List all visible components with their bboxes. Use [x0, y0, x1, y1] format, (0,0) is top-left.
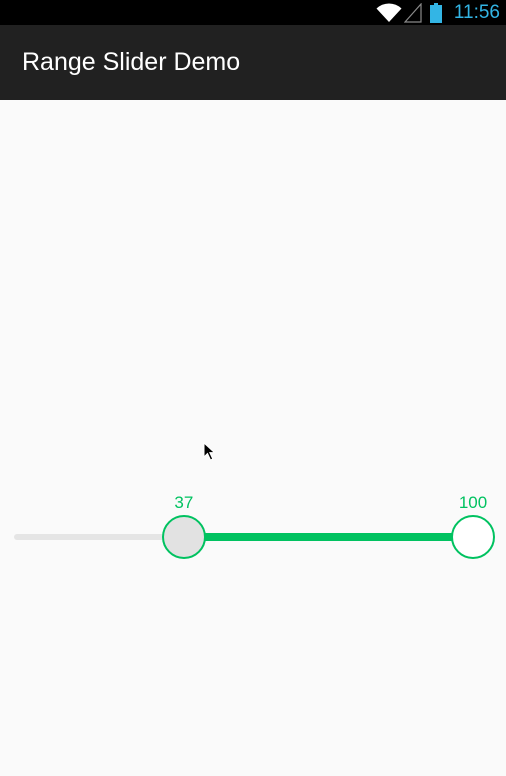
max-thumb[interactable]: [451, 515, 495, 559]
range-slider[interactable]: 37 100: [0, 480, 506, 580]
min-value-label: 37: [174, 493, 194, 512]
signal-icon: [403, 2, 422, 23]
action-bar: Range Slider Demo: [0, 25, 506, 100]
max-value-label: 100: [458, 493, 488, 512]
wifi-icon: [376, 2, 402, 23]
content-area: 37 100: [0, 100, 506, 776]
app-title: Range Slider Demo: [22, 48, 241, 76]
min-thumb[interactable]: [161, 515, 206, 559]
battery-icon: [429, 2, 442, 23]
selected-range-bar: [183, 533, 473, 541]
mouse-cursor-icon: [203, 441, 217, 467]
status-icons: 11:56: [376, 0, 500, 25]
clock: 11:56: [453, 2, 500, 23]
status-bar: 11:56: [0, 0, 506, 25]
